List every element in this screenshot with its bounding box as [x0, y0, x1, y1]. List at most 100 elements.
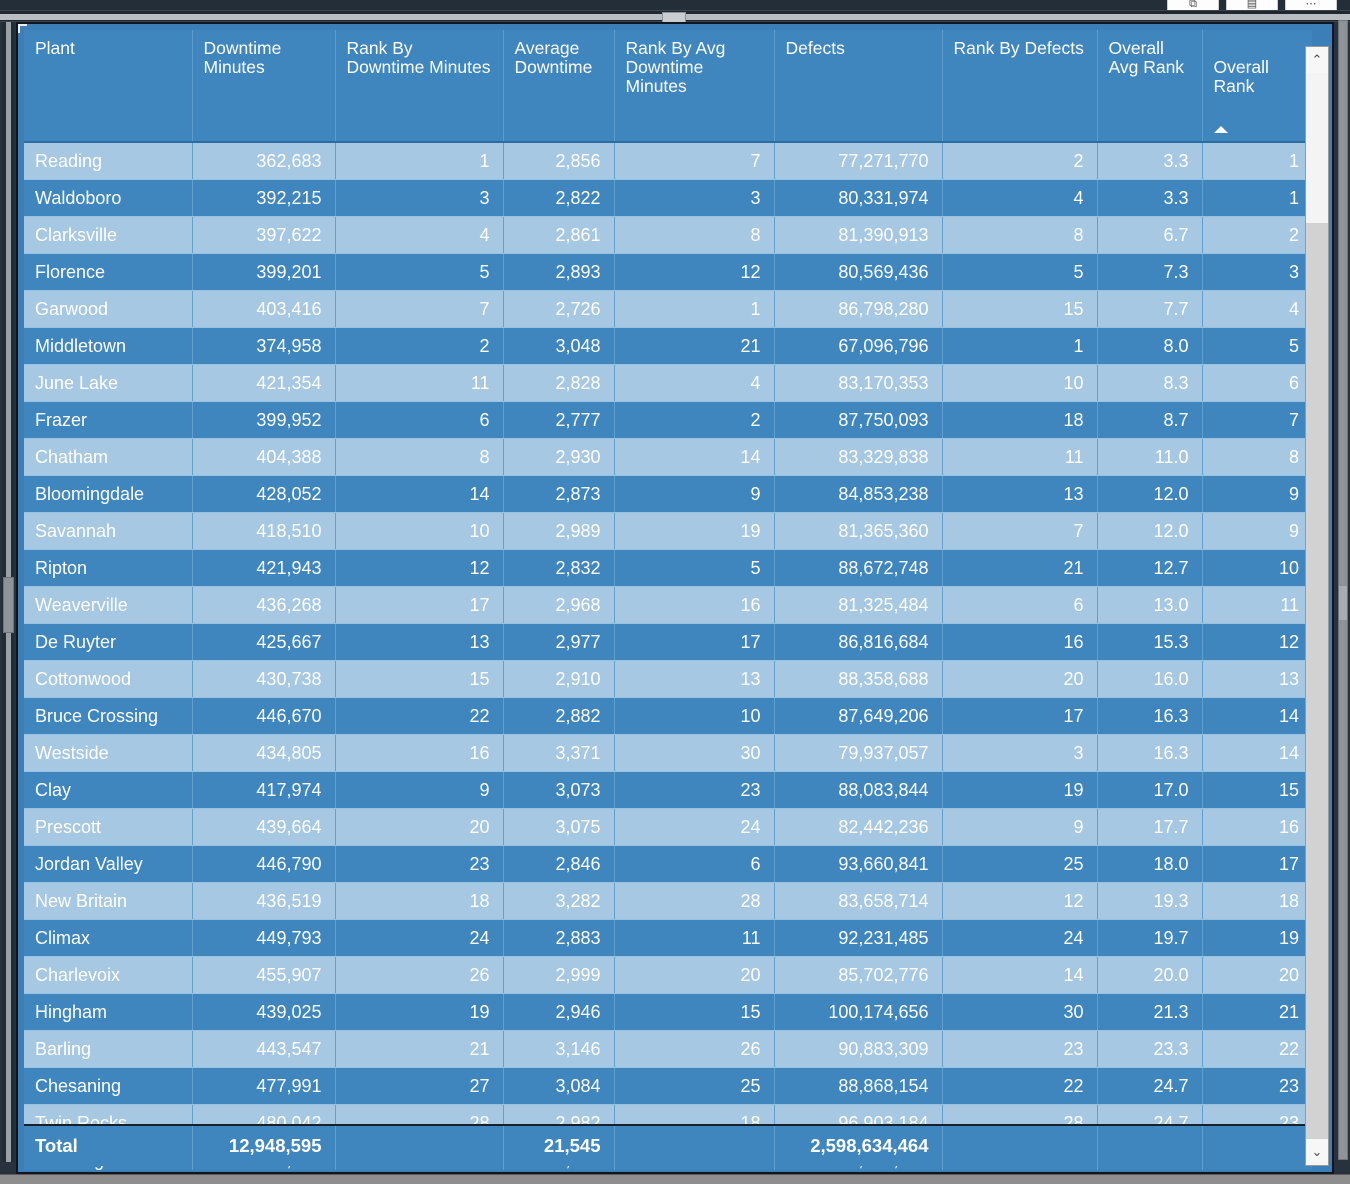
- table-row[interactable]: Ripton 421,943 12 2,832 5 88,672,748 21 12.7 10: [24, 549, 1312, 587]
- page-horizontal-scrollbar[interactable]: [0, 10, 1350, 23]
- page-right-scrollbar-thumb[interactable]: [1339, 586, 1347, 620]
- table-row[interactable]: Chesaning 477,991 27 3,084 25 88,868,154 22 24.…: [24, 1067, 1312, 1105]
- cell-value: 17.0: [1097, 771, 1203, 809]
- table-row[interactable]: Middletown 374,958 2 3,048 21 67,096,796 1 8.0 5: [24, 327, 1312, 365]
- cell-plant: Bruce Crossing: [24, 697, 193, 735]
- cell-value: 7: [942, 512, 1098, 550]
- page-right-scrollbar[interactable]: [1338, 20, 1348, 1160]
- matrix-vertical-scrollbar[interactable]: ⌃ ⌄: [1305, 46, 1329, 1166]
- table-row[interactable]: Chatham 404,388 8 2,930 14 83,329,838 11 11.0 8: [24, 438, 1312, 476]
- cell-value: 22: [942, 1067, 1098, 1105]
- table-row[interactable]: Weaverville 436,268 17 2,968 16 81,325,484 6 13…: [24, 586, 1312, 624]
- table-row[interactable]: Florence 399,201 5 2,893 12 80,569,436 5 7.3 3: [24, 253, 1312, 291]
- cell-value: 2,910: [503, 660, 615, 698]
- column-header-downtime-minutes-label: Downtime Minutes: [203, 38, 282, 77]
- table-view-icon: ▤: [1246, 0, 1258, 10]
- cell-value: 11: [335, 364, 504, 402]
- table-row[interactable]: Charlevoix 455,907 26 2,999 20 85,702,776 14 20…: [24, 956, 1312, 994]
- cell-value: 87,649,206: [774, 697, 943, 735]
- table-row[interactable]: Garwood 403,416 7 2,726 1 86,798,280 15 7.7 4: [24, 290, 1312, 328]
- cell-value: 4: [1202, 290, 1312, 328]
- column-header-overall-avg-rank[interactable]: Overall Avg Rank: [1097, 30, 1203, 143]
- cell-value: 2,828: [503, 364, 615, 402]
- table-row[interactable]: Climax 449,793 24 2,883 11 92,231,485 24 19.7 19: [24, 919, 1312, 957]
- column-header-downtime-minutes[interactable]: Downtime Minutes: [192, 30, 336, 143]
- cell-value: 2,968: [503, 586, 615, 624]
- table-row[interactable]: Reading 362,683 1 2,856 7 77,271,770 2 3.3 1: [24, 142, 1312, 180]
- table-row[interactable]: Bruce Crossing 446,670 22 2,882 10 87,649,206…: [24, 697, 1312, 735]
- column-header-average-downtime-label: Average Downtime: [514, 38, 593, 77]
- cell-value: 4: [335, 216, 504, 254]
- column-header-rank-by-avg-downtime-minutes[interactable]: Rank By Avg Downtime Minutes: [614, 30, 775, 143]
- cell-value: 403,416: [192, 290, 336, 328]
- cell-plant: Frazer: [24, 401, 193, 439]
- column-header-rank-by-downtime-minutes[interactable]: Rank By Downtime Minutes: [335, 30, 504, 143]
- page-vertical-scrollbar-thumb[interactable]: [3, 577, 14, 633]
- cell-value: 2,777: [503, 401, 615, 439]
- table-row[interactable]: Frazer 399,952 6 2,777 2 87,750,093 18 8.7 7: [24, 401, 1312, 439]
- table-row[interactable]: New Britain 436,519 18 3,282 28 83,658,714 12 1…: [24, 882, 1312, 920]
- table-row[interactable]: June Lake 421,354 11 2,828 4 83,170,353 10 8.3 6: [24, 364, 1312, 402]
- table-row[interactable]: Cottonwood 430,738 15 2,910 13 88,358,688 20 16…: [24, 660, 1312, 698]
- table-row[interactable]: De Ruyter 425,667 13 2,977 17 86,816,684 16 15.…: [24, 623, 1312, 661]
- cell-value: 7: [614, 142, 775, 180]
- cell-value: 23.3: [1097, 1030, 1203, 1068]
- matrix-vertical-scrollbar-thumb[interactable]: [1306, 73, 1328, 223]
- cell-value: 17: [335, 586, 504, 624]
- cell-value: 2,873: [503, 475, 615, 513]
- cell-value: 20: [335, 808, 504, 846]
- page-vertical-scrollbar[interactable]: [2, 22, 14, 1162]
- table-row[interactable]: Savannah 418,510 10 2,989 19 81,365,360 7 12.0 9: [24, 512, 1312, 550]
- cell-value: 404,388: [192, 438, 336, 476]
- visual-resize-handle[interactable]: [18, 24, 27, 33]
- cell-value: 446,790: [192, 845, 336, 883]
- cell-value: 23: [614, 771, 775, 809]
- cell-value: 446,670: [192, 697, 336, 735]
- cell-value: 11.0: [1097, 438, 1203, 476]
- table-row[interactable]: Clay 417,974 9 3,073 23 88,083,844 19 17.0 15: [24, 771, 1312, 809]
- column-header-average-downtime[interactable]: Average Downtime: [503, 30, 615, 143]
- matrix-visual[interactable]: Plant Downtime Minutes Rank By Downtime …: [16, 22, 1334, 1174]
- cell-value: 7: [1202, 401, 1312, 439]
- cell-value: 8: [335, 438, 504, 476]
- cell-value: 6.7: [1097, 216, 1203, 254]
- cell-value: 439,025: [192, 993, 336, 1031]
- cell-value: 21: [942, 549, 1098, 587]
- table-row[interactable]: Jordan Valley 446,790 23 2,846 6 93,660,841 25…: [24, 845, 1312, 883]
- cell-value: 2,861: [503, 216, 615, 254]
- column-header-defects[interactable]: Defects: [774, 30, 943, 143]
- cell-value: 428,052: [192, 475, 336, 513]
- cell-value: 1: [614, 290, 775, 328]
- cell-value: 20: [1202, 956, 1312, 994]
- cell-value: 87,750,093: [774, 401, 943, 439]
- column-header-rank-by-defects[interactable]: Rank By Defects: [942, 30, 1098, 143]
- cell-value: 13: [614, 660, 775, 698]
- table-row[interactable]: Clarksville 397,622 4 2,861 8 81,390,913 8 6.7 2: [24, 216, 1312, 254]
- cell-value: 19.7: [1097, 919, 1203, 957]
- cell-value: 90,883,309: [774, 1030, 943, 1068]
- scroll-down-button[interactable]: ⌄: [1306, 1139, 1328, 1165]
- table-row[interactable]: Hingham 439,025 19 2,946 15 100,174,656 30 21.3…: [24, 993, 1312, 1031]
- table-row[interactable]: Bloomingdale 428,052 14 2,873 9 84,853,238 13 1…: [24, 475, 1312, 513]
- cell-value: 12: [335, 549, 504, 587]
- cell-value: 3,371: [503, 734, 615, 772]
- column-header-plant[interactable]: Plant: [24, 30, 193, 143]
- scroll-up-button[interactable]: ⌃: [1306, 47, 1328, 73]
- table-row[interactable]: Barling 443,547 21 3,146 26 90,883,309 23 23.3 2…: [24, 1030, 1312, 1068]
- table-row[interactable]: Waldoboro 392,215 3 2,822 3 80,331,974 4 3.3 1: [24, 179, 1312, 217]
- cell-value: 22: [335, 697, 504, 735]
- cell-value: 81,325,484: [774, 586, 943, 624]
- cell-value: 3,075: [503, 808, 615, 846]
- table-row[interactable]: Westside 434,805 16 3,371 30 79,937,057 3 16.3 1…: [24, 734, 1312, 772]
- cell-value: 2: [614, 401, 775, 439]
- total-rank-by-downtime-minutes: [335, 1126, 504, 1166]
- cell-value: 12.7: [1097, 549, 1203, 587]
- cell-value: 3: [942, 734, 1098, 772]
- cell-plant: Florence: [24, 253, 193, 291]
- matrix-scroll-area[interactable]: Plant Downtime Minutes Rank By Downtime …: [24, 30, 1314, 1170]
- matrix-vertical-scrollbar-track[interactable]: [1306, 223, 1328, 1139]
- table-row[interactable]: Prescott 439,664 20 3,075 24 82,442,236 9 17.7 1…: [24, 808, 1312, 846]
- cell-value: 24: [942, 919, 1098, 957]
- cell-value: 2,882: [503, 697, 615, 735]
- column-header-overall-rank[interactable]: Overall Rank: [1202, 30, 1312, 143]
